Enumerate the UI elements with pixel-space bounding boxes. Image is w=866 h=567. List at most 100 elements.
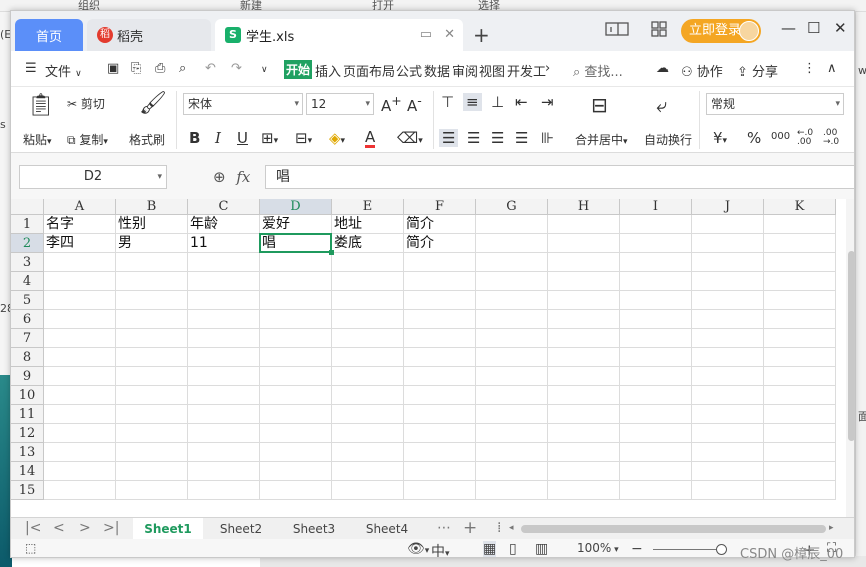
zoom-formula-icon[interactable]: ⊕	[213, 168, 226, 186]
cell-c11[interactable]	[188, 405, 260, 424]
cell-i7[interactable]	[620, 329, 692, 348]
cell-b5[interactable]	[116, 291, 188, 310]
macro-icon[interactable]: ⬚	[25, 541, 36, 555]
cell-h10[interactable]	[548, 386, 620, 405]
column-header-e[interactable]: E	[332, 199, 404, 215]
cell-k10[interactable]	[764, 386, 836, 405]
cell-b4[interactable]	[116, 272, 188, 291]
zoom-out-icon[interactable]: −	[631, 541, 643, 557]
cell-a14[interactable]	[44, 462, 116, 481]
cell-e12[interactable]	[332, 424, 404, 443]
cell-k1[interactable]	[764, 215, 836, 234]
align-top-icon[interactable]: ⊤	[441, 93, 454, 111]
cell-d12[interactable]	[260, 424, 332, 443]
cell-i12[interactable]	[620, 424, 692, 443]
apps-icon[interactable]	[651, 21, 667, 41]
cell-j12[interactable]	[692, 424, 764, 443]
cell-g15[interactable]	[476, 481, 548, 500]
quick-access-dropdown-icon[interactable]: ∨	[261, 65, 268, 75]
layout-icon[interactable]	[605, 21, 629, 41]
column-header-i[interactable]: I	[620, 199, 692, 215]
export-pdf-icon[interactable]: ⎘	[131, 61, 141, 76]
cell-g1[interactable]	[476, 215, 548, 234]
row-header-15[interactable]: 15	[11, 481, 44, 500]
cell-d6[interactable]	[260, 310, 332, 329]
column-header-f[interactable]: F	[404, 199, 476, 215]
cell-i8[interactable]	[620, 348, 692, 367]
decrease-indent-icon[interactable]: ⇤	[515, 93, 528, 111]
cell-d5[interactable]	[260, 291, 332, 310]
cell-e3[interactable]	[332, 253, 404, 272]
sheet-tab-3[interactable]: Sheet3	[279, 518, 349, 540]
cell-e15[interactable]	[332, 481, 404, 500]
save-icon[interactable]: ▣	[107, 61, 119, 76]
cell-g8[interactable]	[476, 348, 548, 367]
cell-c10[interactable]	[188, 386, 260, 405]
cell-c1[interactable]: 年龄	[188, 215, 260, 234]
cell-h3[interactable]	[548, 253, 620, 272]
horizontal-scrollbar[interactable]	[521, 525, 826, 533]
cooperate-button[interactable]: ⚇ 协作	[681, 61, 723, 80]
cell-b15[interactable]	[116, 481, 188, 500]
cell-g7[interactable]	[476, 329, 548, 348]
cell-e2[interactable]: 娄底	[332, 234, 404, 253]
cell-f9[interactable]	[404, 367, 476, 386]
fill-handle[interactable]	[329, 250, 334, 255]
merge-center-button[interactable]: 合并居中▾	[575, 131, 628, 148]
row-header-14[interactable]: 14	[11, 462, 44, 481]
cell-f5[interactable]	[404, 291, 476, 310]
font-size-select[interactable]: 12 ▾	[306, 93, 374, 115]
cell-j11[interactable]	[692, 405, 764, 424]
sheet-tab-2[interactable]: Sheet2	[207, 518, 275, 540]
row-header-6[interactable]: 6	[11, 310, 44, 329]
clear-format-icon[interactable]: ⌫▾	[397, 129, 423, 147]
undo-icon[interactable]: ↶	[205, 61, 216, 76]
cell-g3[interactable]	[476, 253, 548, 272]
cell-i15[interactable]	[620, 481, 692, 500]
cell-d4[interactable]	[260, 272, 332, 291]
cell-a8[interactable]	[44, 348, 116, 367]
cell-j3[interactable]	[692, 253, 764, 272]
monitor-icon[interactable]: ▭	[420, 27, 432, 42]
fill-color-icon[interactable]: ◈▾	[329, 129, 345, 147]
cell-f14[interactable]	[404, 462, 476, 481]
cell-c5[interactable]	[188, 291, 260, 310]
normal-view-icon[interactable]: ▦	[483, 541, 497, 557]
search-box[interactable]: ⌕ 查找...	[573, 61, 623, 80]
cell-b13[interactable]	[116, 443, 188, 462]
cell-d10[interactable]	[260, 386, 332, 405]
more-options-icon[interactable]: ⋮	[803, 61, 816, 76]
cell-style-icon[interactable]: ⊟▾	[295, 129, 312, 147]
more-sheets-icon[interactable]: ⋯	[437, 520, 451, 536]
column-header-c[interactable]: C	[188, 199, 260, 215]
cell-g10[interactable]	[476, 386, 548, 405]
cell-e1[interactable]: 地址	[332, 215, 404, 234]
next-sheet-icon[interactable]: >	[79, 520, 91, 536]
cell-h14[interactable]	[548, 462, 620, 481]
login-button[interactable]: 立即登录	[681, 19, 761, 43]
scroll-right-icon[interactable]: ▸	[829, 523, 834, 533]
cell-f13[interactable]	[404, 443, 476, 462]
cell-k3[interactable]	[764, 253, 836, 272]
add-sheet-icon[interactable]: +	[463, 518, 477, 538]
tab-formula[interactable]: 公式	[396, 61, 422, 80]
redo-icon[interactable]: ↷	[231, 61, 242, 76]
cell-i4[interactable]	[620, 272, 692, 291]
cell-a9[interactable]	[44, 367, 116, 386]
cell-k12[interactable]	[764, 424, 836, 443]
borders-icon[interactable]: ⊞▾	[261, 129, 278, 147]
cell-d9[interactable]	[260, 367, 332, 386]
cell-f12[interactable]	[404, 424, 476, 443]
page-view-icon[interactable]: ▯	[509, 541, 517, 557]
row-header-4[interactable]: 4	[11, 272, 44, 291]
merge-icon[interactable]: ⊟	[591, 93, 608, 117]
column-header-a[interactable]: A	[44, 199, 116, 215]
cell-j5[interactable]	[692, 291, 764, 310]
tab-review[interactable]: 审阅	[452, 61, 478, 80]
cell-b2[interactable]: 男	[116, 234, 188, 253]
percent-button[interactable]: %	[747, 129, 761, 147]
cell-f11[interactable]	[404, 405, 476, 424]
cell-k9[interactable]	[764, 367, 836, 386]
cell-g11[interactable]	[476, 405, 548, 424]
font-color-icon[interactable]: A	[365, 129, 376, 148]
